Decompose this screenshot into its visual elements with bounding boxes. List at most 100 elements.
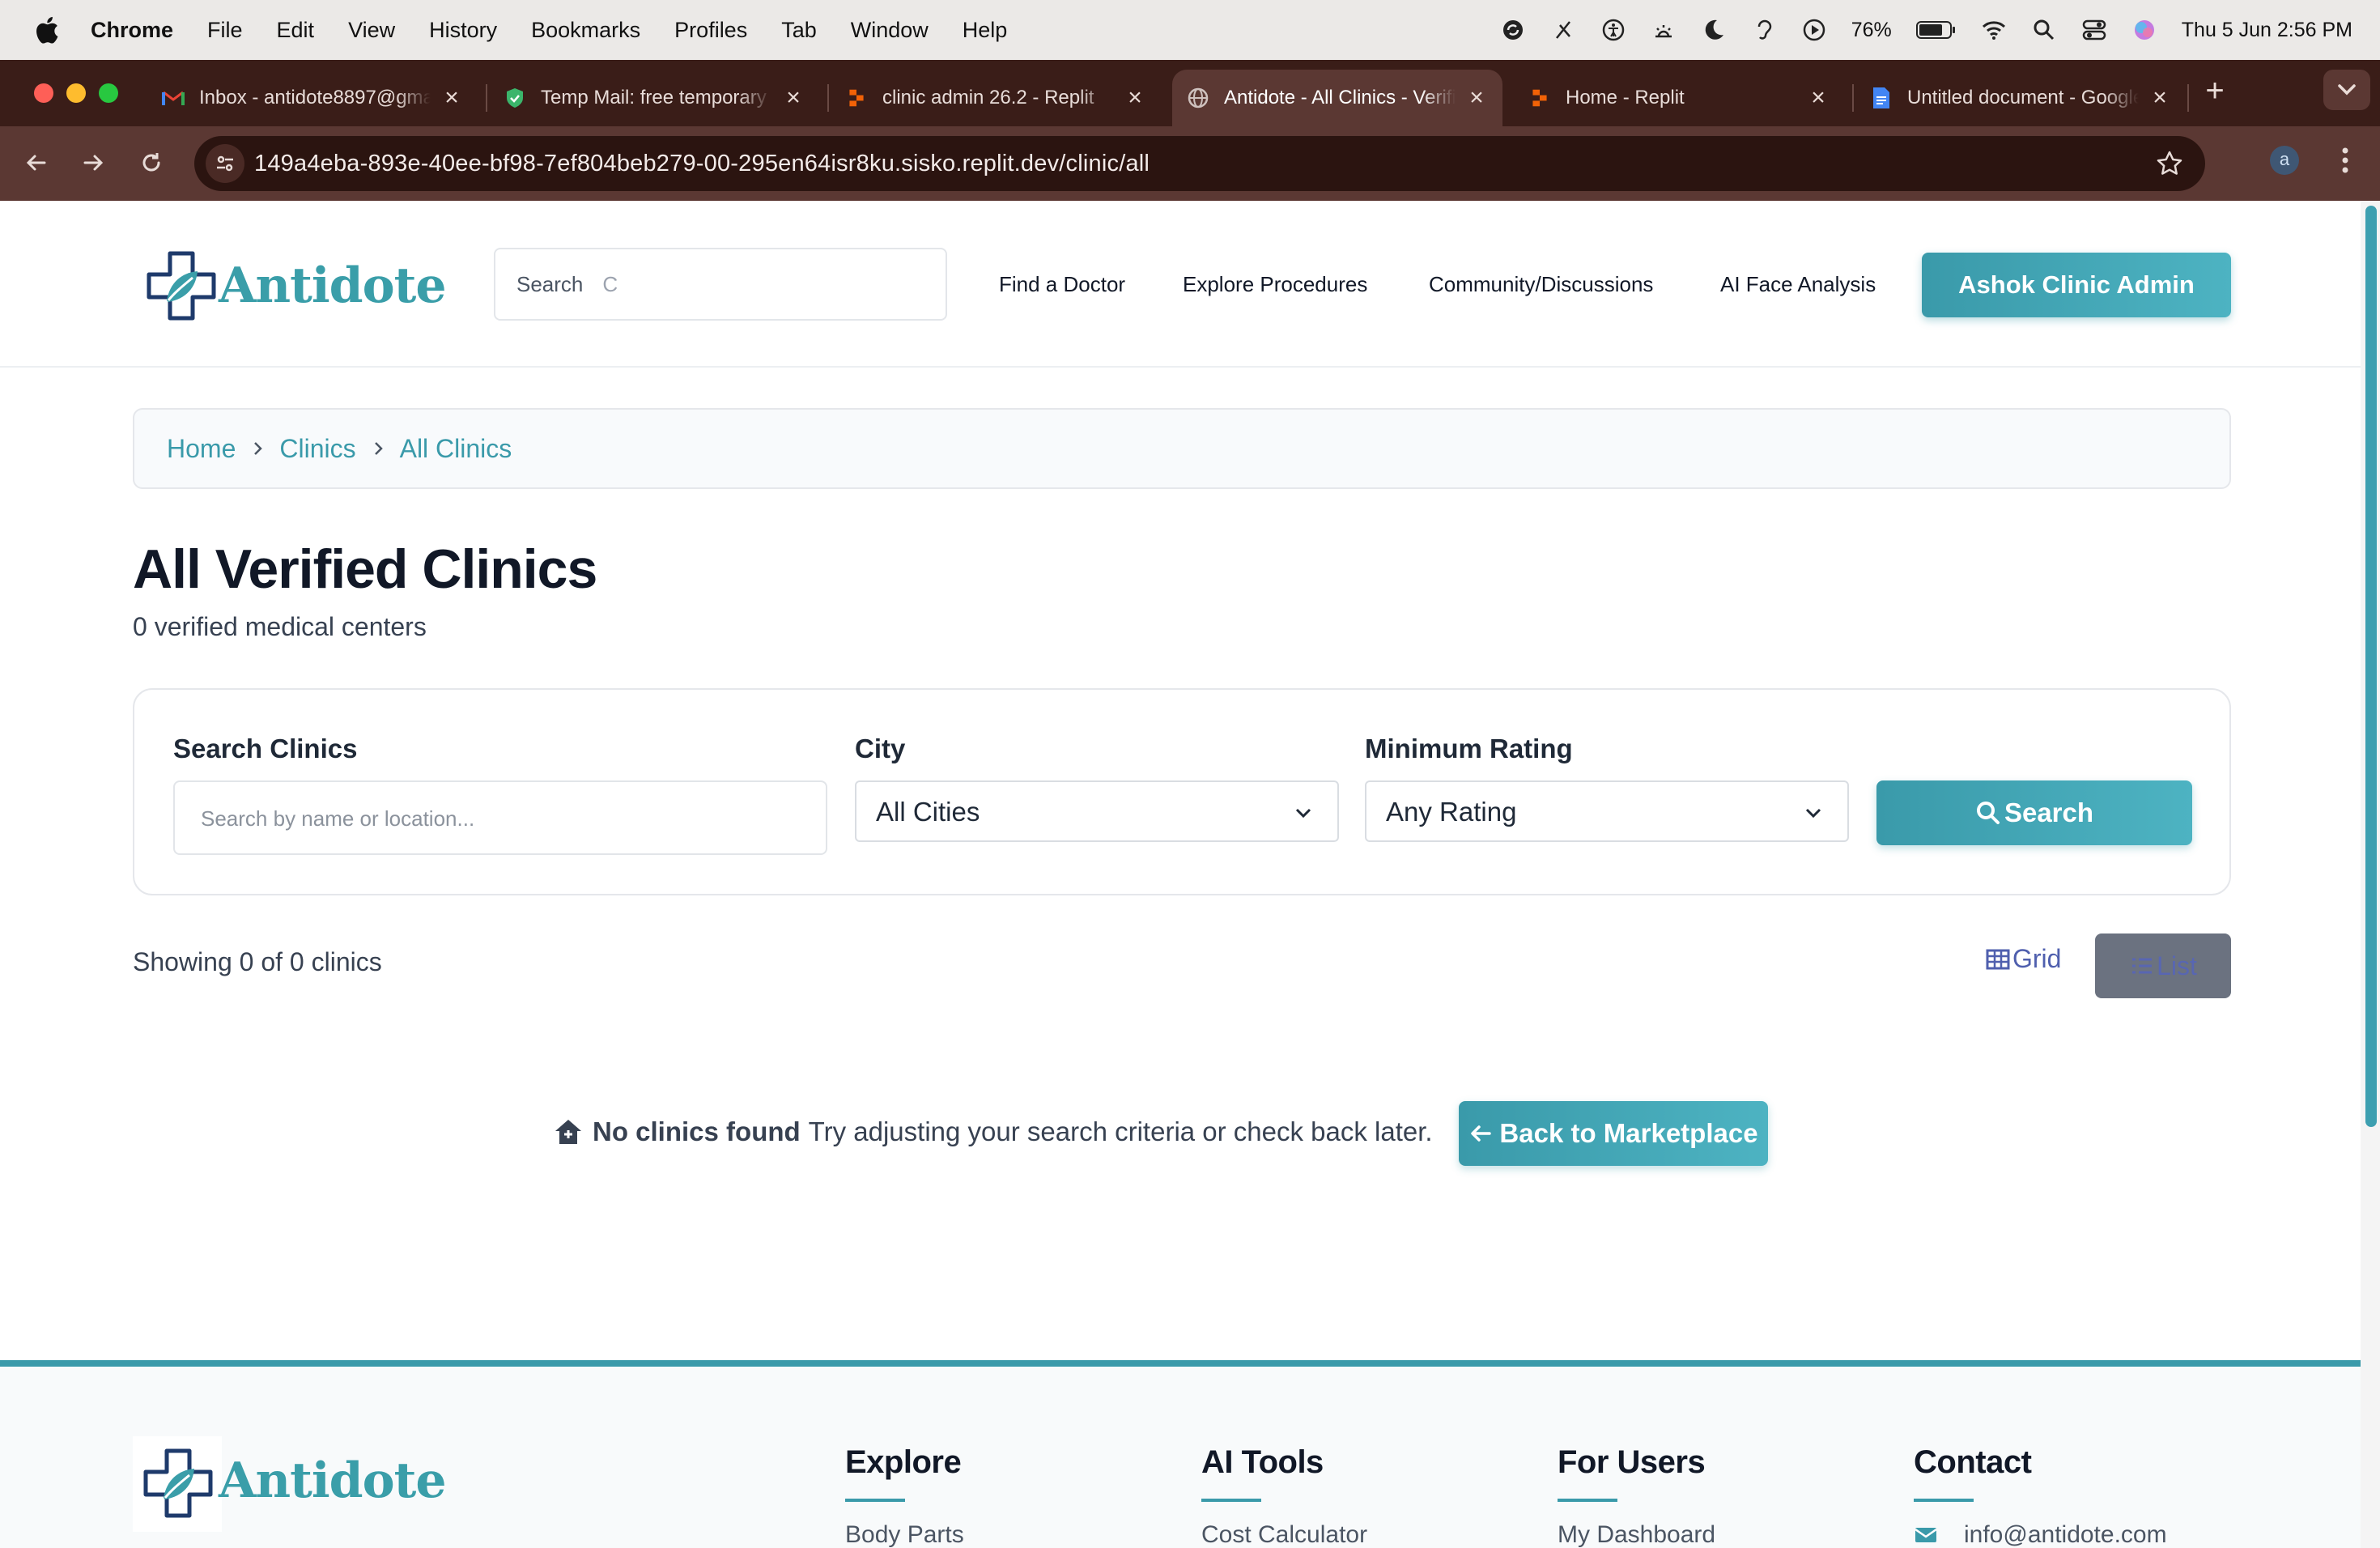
- heading-underline: [1558, 1499, 1617, 1502]
- play-icon[interactable]: [1801, 17, 1827, 43]
- arrow-left-icon: [1471, 1125, 1492, 1142]
- tab-temp-mail[interactable]: Temp Mail: free temporary email ×: [489, 70, 819, 126]
- header-search-label: Search: [516, 271, 584, 296]
- breadcrumb-all-clinics[interactable]: All Clinics: [400, 434, 512, 464]
- filter-search-button[interactable]: Search: [1876, 780, 2192, 845]
- battery-icon[interactable]: [1915, 17, 1957, 43]
- empty-state-message: Try adjusting your search criteria or ch…: [808, 1116, 1433, 1146]
- menu-profiles[interactable]: Profiles: [674, 18, 747, 43]
- footer-link[interactable]: Body Parts: [845, 1521, 964, 1548]
- menu-tab[interactable]: Tab: [781, 18, 817, 43]
- footer-link[interactable]: Cost Calculator: [1201, 1521, 1367, 1548]
- spotlight-search-icon[interactable]: [2031, 17, 2057, 43]
- new-tab-plus-icon[interactable]: +: [2200, 74, 2229, 107]
- grid-view-toggle[interactable]: Grid: [1985, 944, 2061, 974]
- pen-slash-icon[interactable]: [1550, 17, 1576, 43]
- menu-app-name[interactable]: Chrome: [91, 18, 173, 43]
- battery-percent: 76%: [1851, 18, 1892, 41]
- city-select-value: All Cities: [876, 797, 980, 827]
- hospital-house-icon: [555, 1120, 581, 1144]
- menu-help[interactable]: Help: [963, 18, 1008, 43]
- clock[interactable]: Thu 5 Jun 2:56 PM: [2182, 19, 2352, 42]
- more-vertical-icon[interactable]: [2333, 144, 2357, 176]
- footer-email-link[interactable]: info@antidote.com: [1914, 1521, 2167, 1548]
- tab-title: Inbox - antidote8897@gmail.com: [199, 87, 431, 108]
- close-icon[interactable]: ×: [439, 85, 465, 111]
- footer-logo[interactable]: [133, 1436, 222, 1532]
- chevron-down-icon: [1295, 808, 1311, 819]
- clinic-search-placeholder: Search by name or location...: [201, 806, 475, 831]
- address-bar[interactable]: 149a4eba-893e-40ee-bf98-7ef804beb279-00-…: [194, 136, 2205, 191]
- close-icon[interactable]: ×: [1464, 85, 1490, 111]
- url-text[interactable]: 149a4eba-893e-40ee-bf98-7ef804beb279-00-…: [254, 151, 1150, 177]
- empty-state-title: No clinics found: [593, 1116, 801, 1146]
- moon-icon[interactable]: [1701, 17, 1727, 43]
- tab-search-button[interactable]: [2323, 70, 2370, 110]
- apple-icon[interactable]: [32, 15, 60, 45]
- tab-antidote-all-clinics[interactable]: Antidote - All Clinics - Verified ×: [1172, 70, 1502, 126]
- breadcrumb-home[interactable]: Home: [167, 434, 236, 464]
- hearing-icon[interactable]: [1751, 17, 1777, 43]
- menu-file[interactable]: File: [207, 18, 243, 43]
- close-icon[interactable]: ×: [2147, 85, 2173, 111]
- forward-arrow-icon[interactable]: [76, 146, 110, 180]
- menu-edit[interactable]: Edit: [277, 18, 315, 43]
- grid-view-label: Grid: [2012, 944, 2062, 973]
- google-docs-icon: [1870, 87, 1893, 109]
- clinic-admin-button[interactable]: Ashok Clinic Admin: [1922, 253, 2231, 317]
- site-settings-icon[interactable]: [206, 144, 244, 183]
- close-icon[interactable]: ×: [1805, 85, 1831, 111]
- tab-strip: Inbox - antidote8897@gmail.com × Temp Ma…: [0, 60, 2380, 126]
- footer-link[interactable]: My Dashboard: [1558, 1521, 1715, 1548]
- cross-leaf-logo-icon: [143, 1448, 213, 1518]
- bookmark-star-icon[interactable]: [2155, 149, 2184, 178]
- tab-google-docs[interactable]: Untitled document - Google Docs ×: [1855, 70, 2186, 126]
- footer-heading: Explore: [845, 1444, 962, 1480]
- site-logo[interactable]: Antidote: [146, 249, 447, 322]
- nav-ai-face-analysis[interactable]: AI Face Analysis: [1720, 272, 1876, 297]
- control-center-icon[interactable]: [2081, 17, 2107, 43]
- search-icon: [1976, 802, 2000, 824]
- nav-community-discussions[interactable]: Community/Discussions: [1429, 272, 1653, 297]
- window-zoom-button[interactable]: [99, 83, 118, 103]
- heading-underline: [1914, 1499, 1974, 1502]
- menu-window[interactable]: Window: [851, 18, 929, 43]
- tab-replit-clinic-admin[interactable]: clinic admin 26.2 - Replit ×: [831, 70, 1161, 126]
- page-subtitle: 0 verified medical centers: [133, 612, 427, 641]
- siri-icon[interactable]: [2131, 17, 2157, 43]
- menu-view[interactable]: View: [348, 18, 395, 43]
- nav-explore-procedures[interactable]: Explore Procedures: [1183, 272, 1367, 297]
- header-search-input[interactable]: Search C: [494, 248, 947, 321]
- tab-replit-home[interactable]: Home - Replit ×: [1514, 70, 1844, 126]
- footer-heading: For Users: [1558, 1444, 1706, 1480]
- header-search-value[interactable]: C: [602, 272, 618, 297]
- reload-icon[interactable]: [134, 146, 168, 180]
- brightness-icon[interactable]: [1651, 17, 1677, 43]
- back-to-marketplace-button[interactable]: Back to Marketplace: [1459, 1101, 1768, 1166]
- profile-avatar[interactable]: a: [2270, 146, 2299, 175]
- chevron-right-icon: [374, 442, 383, 455]
- heading-underline: [1201, 1499, 1261, 1502]
- sync-icon[interactable]: [1500, 17, 1526, 43]
- page-viewport: Antidote Search C Find a Doctor Explore …: [0, 201, 2380, 1548]
- back-arrow-icon[interactable]: [19, 146, 53, 180]
- accessibility-icon[interactable]: [1600, 17, 1626, 43]
- menu-bookmarks[interactable]: Bookmarks: [531, 18, 640, 43]
- menu-history[interactable]: History: [429, 18, 497, 43]
- clinic-search-input[interactable]: Search by name or location...: [173, 780, 827, 855]
- list-view-toggle[interactable]: List: [2095, 933, 2231, 998]
- close-icon[interactable]: ×: [1122, 85, 1148, 111]
- wifi-icon[interactable]: [1981, 17, 2007, 43]
- footer-email-text: info@antidote.com: [1964, 1521, 2167, 1548]
- tab-gmail[interactable]: Inbox - antidote8897@gmail.com ×: [147, 70, 478, 126]
- scrollbar-thumb[interactable]: [2365, 206, 2377, 1127]
- nav-find-a-doctor[interactable]: Find a Doctor: [999, 272, 1125, 297]
- status-area: 76% Thu 5 Jun 2:56 PM: [1500, 0, 2352, 60]
- city-select[interactable]: All Cities: [855, 780, 1339, 842]
- rating-select[interactable]: Any Rating: [1365, 780, 1849, 842]
- window-close-button[interactable]: [34, 83, 53, 103]
- tab-title: Temp Mail: free temporary email: [541, 87, 772, 108]
- close-icon[interactable]: ×: [780, 85, 806, 111]
- window-minimize-button[interactable]: [66, 83, 86, 103]
- breadcrumb-clinics[interactable]: Clinics: [279, 434, 355, 464]
